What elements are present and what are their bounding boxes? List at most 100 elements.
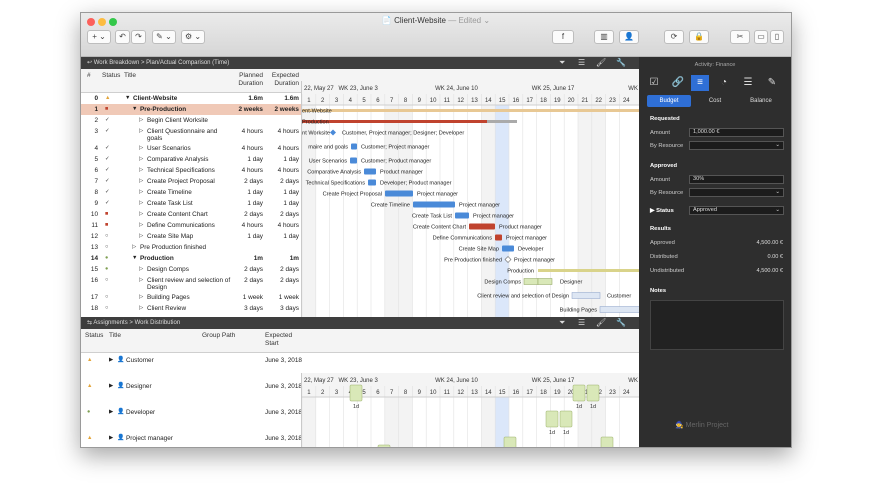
work-block[interactable] — [559, 410, 573, 428]
add-button[interactable]: + ⌄ — [87, 30, 111, 44]
library-button[interactable]: ▥ — [594, 30, 614, 44]
task-row[interactable]: 6 ✓ ▷ Technical Specifications 4 hours 4 hour… — [81, 165, 301, 176]
task-bar[interactable] — [413, 201, 455, 208]
task-bar[interactable] — [537, 278, 553, 285]
disclosure-toggle[interactable]: ▶ — [109, 355, 113, 366]
task-row[interactable]: 13 ○ ▷ Pre Production finished — [81, 242, 301, 253]
disclosure-toggle[interactable]: ▷ — [132, 242, 136, 253]
work-block[interactable] — [545, 410, 559, 428]
disclosure-toggle[interactable]: ▼ — [125, 93, 130, 104]
col-title[interactable]: Title — [124, 72, 136, 80]
list-icon[interactable]: ☰ — [739, 75, 757, 91]
task-bar[interactable] — [385, 190, 413, 197]
edited-indicator[interactable]: — Edited ⌄ — [448, 16, 490, 25]
disclosure-toggle[interactable]: ▷ — [139, 264, 143, 275]
link-icon[interactable]: 🔗 — [669, 75, 687, 91]
disclosure-toggle[interactable]: ▷ — [139, 143, 143, 154]
filter-icon[interactable]: ⏷ — [559, 57, 565, 69]
task-row[interactable]: 14 ● ▼ Production 1m 1m — [81, 253, 301, 264]
pen-menu-button[interactable]: ✎ ⌄ — [152, 30, 176, 44]
task-bar[interactable] — [495, 234, 502, 241]
work-block[interactable] — [503, 436, 517, 448]
lock-button[interactable]: 🔒 — [689, 30, 709, 44]
task-row[interactable]: 1 ■ ▼ Pre-Production 2 weeks 2 weeks — [81, 104, 301, 115]
summary-bar[interactable] — [302, 120, 487, 123]
summary-bar[interactable] — [538, 269, 639, 272]
disclosure-toggle[interactable]: ▷ — [139, 209, 143, 220]
breadcrumb-leaf[interactable]: Plan/Actual Comparison (Time) — [146, 60, 229, 66]
approved-by-resource-select[interactable]: ⌄ — [689, 188, 784, 197]
task-row[interactable]: 4 ✓ ▷ User Scenarios 4 hours 4 hours — [81, 143, 301, 154]
task-row[interactable]: 0 ▲ ▼ Client-Website 1.6m 1.6m — [81, 93, 301, 104]
disclosure-toggle[interactable]: ▶ — [109, 433, 113, 444]
task-bar[interactable] — [502, 245, 514, 252]
sync-button[interactable]: ⟳ — [664, 30, 684, 44]
amount-field[interactable]: 1,000.00 € — [689, 128, 784, 137]
redo-button[interactable]: ↷ — [131, 30, 146, 44]
col-status[interactable]: Status — [102, 72, 120, 80]
status-select[interactable]: Approved ⌄ — [689, 206, 784, 215]
col-group-path[interactable]: Group Path — [202, 332, 235, 340]
work-block[interactable] — [349, 384, 363, 402]
task-bar[interactable] — [351, 143, 357, 150]
filter-icon[interactable]: ⏷ — [559, 317, 565, 329]
checklist-icon[interactable]: ☑ — [645, 75, 663, 91]
task-bar[interactable] — [523, 278, 539, 285]
resources-icon[interactable]: ◔ — [715, 75, 733, 91]
task-row[interactable]: 3 ✓ ▷ Client Questionnaire and goals 4 hours… — [81, 126, 301, 143]
disclosure-toggle[interactable]: ▷ — [139, 231, 143, 242]
format-icon[interactable]: ☰ — [578, 317, 585, 329]
task-row[interactable]: 16 ○ ▷ Client review and selection of Desig… — [81, 275, 301, 292]
layout-side-button[interactable]: ▯ — [770, 30, 784, 44]
assignment-row[interactable]: ▲ ▶ 👤 Project manager June 3, 2018 — [81, 433, 302, 444]
disclosure-toggle[interactable]: ▷ — [139, 303, 143, 314]
disclosure-toggle[interactable]: ▷ — [139, 292, 143, 303]
disclosure-toggle[interactable]: ▷ — [139, 165, 143, 176]
approved-amount-field[interactable]: 30% — [689, 175, 784, 184]
assignment-row[interactable]: ▲ ▶ 👤 Designer June 3, 2018 — [81, 381, 302, 392]
col-num[interactable]: # — [87, 72, 91, 80]
task-row[interactable]: 10 ■ ▷ Create Content Chart 2 days 2 days — [81, 209, 301, 220]
assign-breadcrumb-leaf[interactable]: Work Distribution — [135, 320, 181, 326]
disclosure-toggle[interactable]: ▷ — [139, 126, 143, 137]
disclosure-toggle[interactable]: ▷ — [139, 154, 143, 165]
work-block[interactable] — [600, 436, 614, 448]
settings-menu-button[interactable]: ⚙ ⌄ — [181, 30, 205, 44]
col-planned-duration[interactable]: Planned Duration — [231, 72, 263, 88]
work-block[interactable] — [586, 384, 600, 402]
by-resource-select[interactable]: ⌄ — [689, 141, 784, 150]
task-row[interactable]: 17 ○ ▷ Building Pages 1 week 1 week — [81, 292, 301, 303]
breadcrumb-root[interactable]: Work Breakdown — [94, 60, 140, 66]
disclosure-toggle[interactable]: ▷ — [139, 220, 143, 231]
notes-field[interactable] — [650, 300, 784, 350]
edit-icon[interactable]: ✎ — [763, 75, 781, 91]
tab-cost[interactable]: Cost — [693, 95, 737, 107]
task-row[interactable]: 18 ○ ▷ Client Review 3 days 3 days — [81, 303, 301, 314]
disclosure-toggle[interactable]: ▼ — [132, 104, 137, 115]
status-disclosure[interactable]: ▶ Status — [650, 208, 674, 214]
disclosure-toggle[interactable]: ▶ — [109, 407, 113, 418]
wrench-icon[interactable]: 🔧 — [616, 57, 626, 69]
col-title[interactable]: Title — [109, 332, 121, 340]
layout-bottom-button[interactable]: ▭ — [754, 30, 768, 44]
work-block[interactable] — [377, 444, 391, 448]
disclosure-toggle[interactable]: ▷ — [139, 198, 143, 209]
task-row[interactable]: 5 ✓ ▷ Comparative Analysis 1 day 1 day — [81, 154, 301, 165]
disclosure-toggle[interactable]: ▷ — [139, 187, 143, 198]
task-row[interactable]: 12 ○ ▷ Create Site Map 1 day 1 day — [81, 231, 301, 242]
summary-bar[interactable] — [302, 109, 639, 112]
disclosure-toggle[interactable]: ▷ — [139, 176, 143, 187]
finance-icon[interactable]: ≡ — [691, 75, 709, 91]
disclosure-toggle[interactable]: ▶ — [109, 381, 113, 392]
work-distribution-chart[interactable]: 22, May 27 WK 23, June 3 WK 24, June 10 WK … — [301, 373, 639, 448]
assignment-row[interactable]: ▲ ▶ 👤 Customer June 3, 2018 — [81, 355, 302, 366]
view-icon[interactable]: ↩ — [87, 60, 94, 66]
assign-breadcrumb-root[interactable]: Assignments — [93, 320, 127, 326]
task-row[interactable]: 9 ✓ ▷ Create Task List 1 day 1 day — [81, 198, 301, 209]
tab-budget[interactable]: Budget — [647, 95, 691, 107]
formula-button[interactable]: f — [552, 30, 574, 44]
wrench-icon[interactable]: 🔧 — [616, 317, 626, 329]
summary-bar-remaining[interactable] — [487, 120, 517, 123]
task-bar[interactable] — [455, 212, 469, 219]
task-bar[interactable] — [350, 157, 357, 164]
